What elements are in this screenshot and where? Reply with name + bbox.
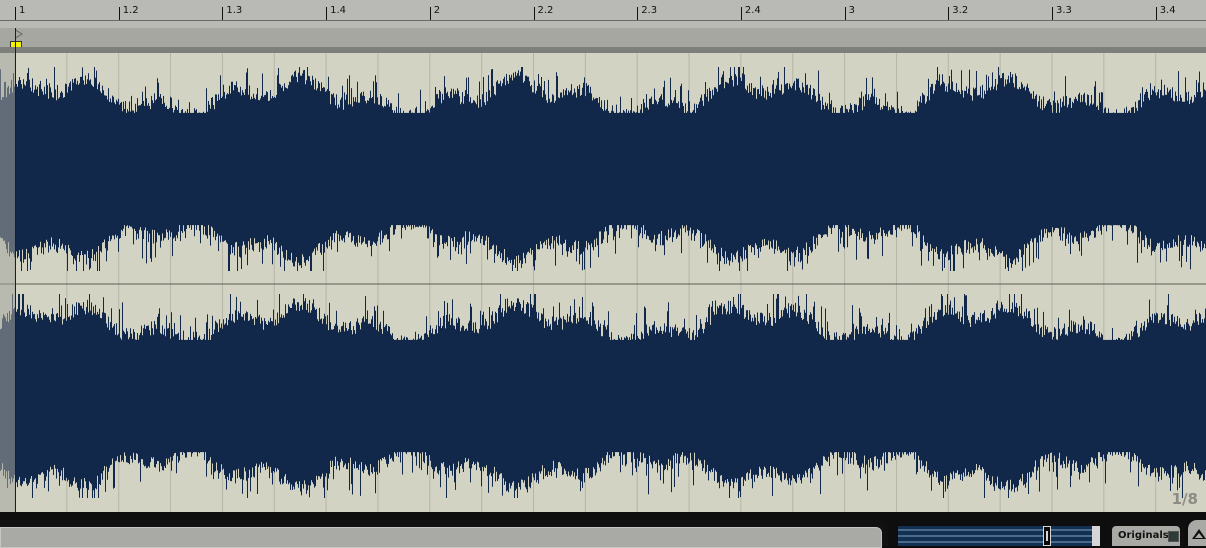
ruler-tick-label: 2 (433, 5, 441, 16)
overview-wave (898, 529, 1098, 543)
ruler-tick (637, 7, 639, 20)
grid-resolution-label: 1/8 (1171, 490, 1198, 508)
ruler-tick (533, 7, 535, 20)
ruler-tick-label: 1 (19, 5, 26, 16)
triangle-up-icon (1192, 529, 1206, 539)
scrollbar-thumb[interactable] (0, 527, 882, 548)
clip-start-region (0, 53, 15, 512)
timeline-ruler[interactable]: 1 1.2 1.3 1.4 2 2.2 2.3 2.4 3 3.2 3.3 3.4 (0, 0, 1206, 29)
ruler-tick (844, 7, 846, 20)
playhead-line[interactable] (15, 28, 16, 512)
ruler-tick-label: 3.3 (1056, 5, 1072, 16)
waveform-canvas (0, 53, 1206, 512)
ruler-tick (740, 7, 742, 20)
waveform-display[interactable] (0, 53, 1206, 512)
ruler-tick (1155, 7, 1157, 20)
ruler-tick-label: 1.3 (226, 5, 243, 16)
ruler-tick (429, 7, 431, 20)
ruler-baseline (0, 20, 1206, 21)
ruler-tick-label: 1.2 (122, 5, 139, 16)
expand-button[interactable] (1188, 520, 1206, 546)
ruler-tick (1052, 7, 1053, 20)
ruler-tick-label: 2.3 (641, 5, 658, 16)
ruler-tick (326, 7, 328, 20)
ruler-tick-label: 3.4 (1159, 5, 1176, 16)
marker-lane[interactable] (0, 28, 1206, 53)
originals-checkbox[interactable] (1168, 531, 1179, 542)
ruler-tick (118, 7, 120, 20)
bottom-bar: Originals (0, 512, 1206, 548)
ruler-tick (15, 7, 16, 20)
ruler-tick-label: 2.2 (537, 5, 554, 16)
originals-label: Originals (1118, 530, 1169, 541)
ruler-tick-label: 3 (848, 5, 855, 16)
ruler-tick (948, 7, 950, 20)
waveform-overview[interactable] (898, 526, 1098, 546)
ruler-tick-label: 1.4 (330, 5, 346, 16)
ruler-tick-label: 2.4 (744, 5, 761, 16)
overview-position-handle[interactable] (1043, 526, 1051, 546)
overview-canvas (898, 529, 1098, 543)
start-marker-icon[interactable] (15, 29, 23, 39)
originals-button-face[interactable]: Originals (1112, 526, 1180, 546)
waveform-channel-left (0, 67, 1206, 271)
horizontal-scrollbar[interactable] (0, 520, 888, 548)
overview-end-cap (1092, 526, 1100, 546)
ruler-tick (222, 7, 224, 20)
waveform-channel-right (0, 294, 1206, 498)
ruler-tick-label: 3.2 (952, 5, 969, 16)
originals-button[interactable]: Originals (1108, 520, 1184, 546)
